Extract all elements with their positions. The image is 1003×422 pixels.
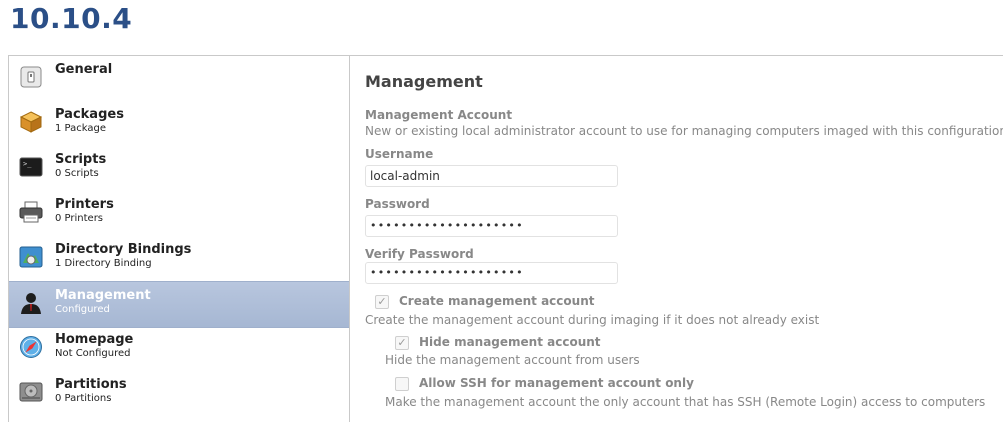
svg-text:>_: >_ — [23, 160, 32, 168]
package-icon — [19, 110, 43, 134]
verify-password-field[interactable]: •••••••••••••••••••• — [365, 262, 618, 284]
sidebar-item-scripts[interactable]: >_ Scripts 0 Scripts — [9, 146, 349, 191]
hide-account-description: Hide the management account from users — [385, 353, 640, 367]
sidebar-item-sublabel: Configured — [55, 304, 110, 315]
sidebar-item-sublabel: 0 Printers — [55, 213, 104, 224]
sidebar-item-directory-bindings[interactable]: Directory Bindings 1 Directory Binding — [9, 236, 349, 281]
sidebar-item-sublabel: 1 Package — [55, 123, 106, 134]
sidebar-item-label: Scripts — [55, 152, 107, 167]
management-pane: Management Management Account New or exi… — [350, 56, 1003, 422]
sidebar-item-sublabel: 1 Directory Binding — [55, 258, 152, 269]
allow-ssh-checkbox[interactable] — [395, 377, 409, 391]
directory-icon — [19, 245, 43, 269]
sidebar-item-label: Directory Bindings — [55, 242, 192, 257]
sidebar-item-label: Printers — [55, 197, 114, 212]
allow-ssh-label: Allow SSH for management account only — [419, 376, 694, 390]
username-label: Username — [365, 147, 434, 161]
sidebar-item-label: Management — [55, 288, 151, 303]
sidebar-item-management[interactable]: Management Configured — [9, 281, 349, 328]
password-label: Password — [365, 197, 430, 211]
sidebar: General Packages 1 Package >_ Scripts 0 … — [9, 56, 350, 422]
printer-icon — [19, 200, 43, 224]
allow-ssh-description: Make the management account the only acc… — [385, 395, 986, 409]
page-title: 10.10.4 — [10, 2, 133, 35]
hide-account-label: Hide management account — [419, 335, 601, 349]
hide-account-checkbox[interactable]: ✓ — [395, 336, 409, 350]
sidebar-item-label: Partitions — [55, 377, 127, 392]
sidebar-item-sublabel: 0 Partitions — [55, 393, 112, 404]
management-account-title: Management Account — [365, 108, 513, 122]
create-account-checkbox[interactable]: ✓ — [375, 295, 389, 309]
sidebar-item-label: Homepage — [55, 332, 134, 347]
user-icon — [19, 291, 43, 315]
sidebar-item-label: Packages — [55, 107, 124, 122]
sidebar-item-printers[interactable]: Printers 0 Printers — [9, 191, 349, 236]
create-account-description: Create the management account during ima… — [365, 313, 820, 327]
safari-icon — [19, 335, 43, 359]
management-account-description: New or existing local administrator acco… — [365, 124, 1003, 138]
create-account-label: Create management account — [399, 294, 595, 308]
sidebar-item-general[interactable]: General — [9, 56, 349, 101]
username-field[interactable]: local-admin — [365, 165, 618, 187]
password-field[interactable]: •••••••••••••••••••• — [365, 215, 618, 237]
sidebar-item-partitions[interactable]: Partitions 0 Partitions — [9, 371, 349, 416]
sidebar-item-label: General — [55, 62, 113, 77]
sidebar-item-sublabel: 0 Scripts — [55, 168, 99, 179]
disk-icon — [19, 380, 43, 404]
sidebar-item-packages[interactable]: Packages 1 Package — [9, 101, 349, 146]
section-heading: Management — [365, 72, 483, 91]
sidebar-item-homepage[interactable]: Homepage Not Configured — [9, 326, 349, 371]
terminal-icon: >_ — [19, 155, 43, 179]
configuration-panel: General Packages 1 Package >_ Scripts 0 … — [8, 55, 1003, 422]
verify-password-label: Verify Password — [365, 247, 474, 261]
sidebar-item-sublabel: Not Configured — [55, 348, 131, 359]
general-icon — [19, 65, 43, 89]
